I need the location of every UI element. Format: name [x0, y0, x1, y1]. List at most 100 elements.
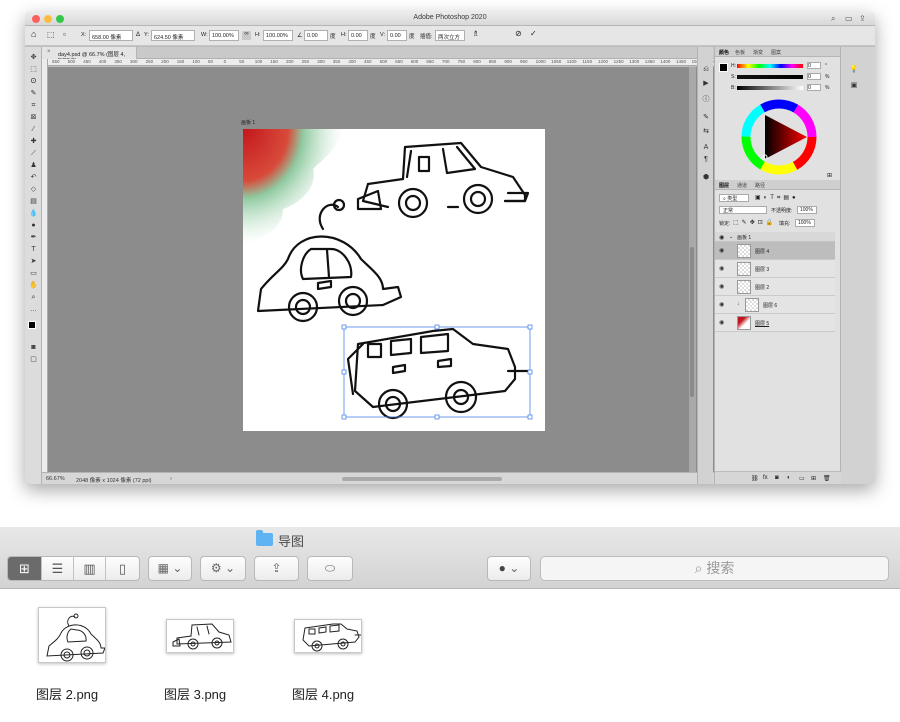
- home-icon[interactable]: ⌂: [31, 29, 36, 39]
- file-item[interactable]: 图层 2.png: [36, 607, 146, 717]
- document-tab[interactable]: × day4.psd @ 66.7% (图层 4, RGB/8): [42, 47, 137, 64]
- app-extension-button[interactable]: ● ⌄: [487, 556, 531, 581]
- saturation-value[interactable]: 0: [807, 73, 821, 80]
- learn-icon[interactable]: 💡: [849, 65, 859, 75]
- tool-preset-icon[interactable]: ⬚: [47, 30, 55, 39]
- layer-name[interactable]: 图层 2: [755, 284, 769, 291]
- layer-name[interactable]: 图层 6: [763, 302, 777, 309]
- dodge-tool-icon[interactable]: ●: [29, 221, 38, 230]
- tab-channels[interactable]: 通道: [737, 182, 747, 189]
- foreground-color-swatch[interactable]: [28, 321, 36, 329]
- search-field[interactable]: ⌕ 搜索: [540, 556, 889, 581]
- visibility-eye-icon[interactable]: ◉: [719, 265, 724, 272]
- info-panel-icon[interactable]: ⓘ: [701, 95, 711, 105]
- cancel-transform-icon[interactable]: ⊘: [515, 29, 522, 38]
- layer-row-4[interactable]: ◉ 图层 4: [715, 242, 835, 260]
- warp-icon[interactable]: ♗: [472, 29, 479, 38]
- layer-name[interactable]: 图层 3: [755, 266, 769, 273]
- color-foreground-swatch[interactable]: [719, 63, 728, 72]
- add-color-icon[interactable]: ⊞: [827, 172, 832, 179]
- lasso-tool-icon[interactable]: ʘ: [29, 77, 38, 86]
- share-button[interactable]: ⇪: [254, 556, 299, 581]
- opacity-input[interactable]: 100%: [797, 206, 817, 214]
- layer-name[interactable]: 图层 4: [755, 248, 769, 255]
- stamp-tool-icon[interactable]: ♟: [29, 161, 38, 170]
- x-position-input[interactable]: 658.00 像素: [89, 30, 133, 41]
- column-view-button[interactable]: ▥: [74, 557, 106, 580]
- layer-style-icon[interactable]: fx: [763, 475, 768, 481]
- reference-point-icon[interactable]: ▫: [63, 30, 66, 39]
- type-tool-icon[interactable]: T: [29, 245, 38, 254]
- gallery-view-button[interactable]: ▯: [106, 557, 139, 580]
- interpolation-select[interactable]: 两次立方: [435, 30, 465, 41]
- workspace-icon[interactable]: ▭: [845, 14, 853, 23]
- frame-tool-icon[interactable]: ⊠: [29, 113, 38, 122]
- tab-patterns[interactable]: 图案: [771, 49, 781, 56]
- visibility-eye-icon[interactable]: ◉: [719, 247, 724, 254]
- 3d-panel-icon[interactable]: ⬢: [701, 173, 711, 183]
- visibility-eye-icon[interactable]: ◉: [719, 301, 724, 308]
- canvas-area[interactable]: 画板 1: [48, 67, 716, 472]
- screen-mode-icon[interactable]: ▢: [29, 355, 38, 364]
- history-panel-icon[interactable]: ⎌: [701, 65, 711, 75]
- layer-row-3[interactable]: ◉ 图层 3: [715, 260, 835, 278]
- commit-transform-icon[interactable]: ✓: [530, 29, 537, 38]
- new-group-icon[interactable]: ▭: [799, 475, 805, 482]
- artboard[interactable]: [243, 129, 545, 431]
- visibility-eye-icon[interactable]: ◉: [719, 319, 724, 326]
- tags-button[interactable]: ⬭: [307, 556, 353, 581]
- layer-row-2[interactable]: ◉ 图层 2: [715, 278, 835, 296]
- zoom-tool-icon[interactable]: ⌕: [29, 293, 38, 302]
- pen-tool-icon[interactable]: ✒: [29, 233, 38, 242]
- status-menu-icon[interactable]: ›: [170, 476, 172, 482]
- expand-arrow-icon[interactable]: ⌄: [729, 234, 733, 240]
- height-input[interactable]: 100.00%: [263, 30, 293, 41]
- file-item[interactable]: 图层 3.png: [164, 607, 274, 717]
- hand-tool-icon[interactable]: ✋: [29, 281, 38, 290]
- horizontal-ruler[interactable]: 550 500 450 400 350 300 250 200 150 100 50 0 50 100 15…: [48, 59, 716, 66]
- scrollbar-thumb[interactable]: [690, 247, 694, 397]
- h-skew-input[interactable]: 0.00: [348, 30, 368, 41]
- artboard-group-row[interactable]: ◉ ⌄ 画板 1: [715, 232, 835, 242]
- visibility-eye-icon[interactable]: ◉: [719, 283, 724, 290]
- link-layers-icon[interactable]: ⛓: [751, 475, 759, 482]
- gradient-tool-icon[interactable]: ▤: [29, 197, 38, 206]
- file-item[interactable]: 图层 4.png: [292, 607, 402, 717]
- tab-color[interactable]: 颜色: [719, 49, 729, 56]
- marquee-tool-icon[interactable]: ⬚: [29, 65, 38, 74]
- v-skew-input[interactable]: 0.00: [387, 30, 407, 41]
- layer-filter-select[interactable]: ⌕ 类型: [719, 194, 749, 202]
- lock-icons[interactable]: ⬚✎✥⊡🔒: [733, 219, 776, 226]
- layer-row-5[interactable]: ◉ 图层 5: [715, 314, 835, 332]
- brightness-gradient[interactable]: [737, 86, 803, 90]
- new-layer-icon[interactable]: ⊞: [811, 475, 816, 482]
- move-tool-icon[interactable]: ✥: [29, 53, 38, 62]
- layer-name[interactable]: 图层 5: [755, 320, 769, 327]
- file-name[interactable]: 图层 2.png: [36, 684, 146, 703]
- canvas-scrollbar[interactable]: [689, 67, 696, 472]
- paragraph-panel-icon[interactable]: ¶: [701, 155, 711, 165]
- tab-layers[interactable]: 图层: [719, 182, 729, 189]
- angle-input[interactable]: 0.00: [304, 30, 328, 41]
- color-wheel[interactable]: [741, 99, 817, 175]
- list-view-button[interactable]: ☰: [42, 557, 74, 580]
- tab-paths[interactable]: 路径: [755, 182, 765, 189]
- healing-tool-icon[interactable]: ✚: [29, 137, 38, 146]
- action-button[interactable]: ⚙ ⌄: [200, 556, 246, 581]
- quick-select-tool-icon[interactable]: ✎: [29, 89, 38, 98]
- quick-mask-icon[interactable]: ◙: [29, 343, 38, 352]
- character-panel-icon[interactable]: A: [701, 143, 711, 153]
- filter-type-icons[interactable]: ▣◐T⌗▤●: [755, 194, 799, 202]
- file-name[interactable]: 图层 4.png: [292, 684, 402, 703]
- saturation-gradient[interactable]: [737, 75, 803, 79]
- actions-panel-icon[interactable]: ▶: [701, 79, 711, 89]
- hue-gradient[interactable]: [737, 64, 803, 68]
- search-icon[interactable]: ⌕: [831, 14, 835, 24]
- link-icon[interactable]: ∞: [242, 31, 251, 40]
- file-name[interactable]: 图层 3.png: [164, 684, 274, 703]
- shape-tool-icon[interactable]: ▭: [29, 269, 38, 278]
- delta-icon[interactable]: Δ: [136, 32, 140, 38]
- tab-gradients[interactable]: 渐变: [753, 49, 763, 56]
- visibility-eye-icon[interactable]: ◉: [719, 234, 724, 241]
- tab-swatches[interactable]: 色板: [735, 49, 745, 56]
